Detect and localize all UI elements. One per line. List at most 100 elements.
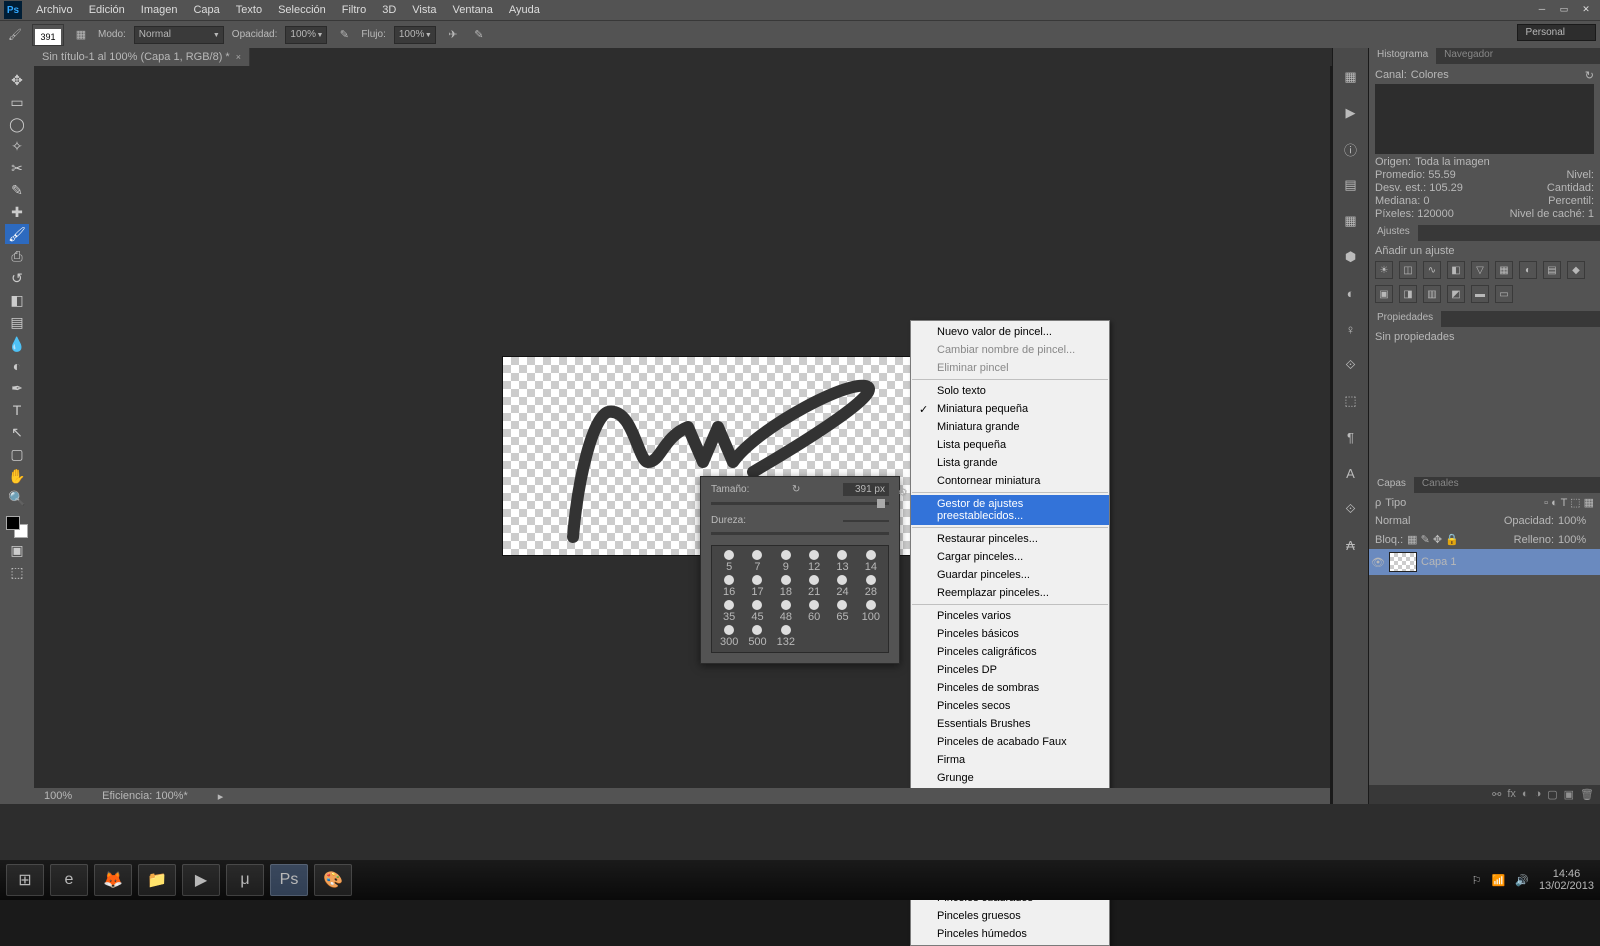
- new-layer-icon[interactable]: ▣: [1564, 788, 1574, 801]
- brush-preset-500[interactable]: 500: [744, 625, 770, 648]
- panel-icon-2[interactable]: ▶: [1340, 102, 1362, 124]
- adj-layer-icon[interactable]: ◑: [1535, 788, 1542, 801]
- ctx-solo-texto[interactable]: Solo texto: [911, 382, 1109, 400]
- brush-preset-14[interactable]: 14: [858, 550, 884, 573]
- ctx-firma[interactable]: Firma: [911, 751, 1109, 769]
- ctx-miniatura-peque-a[interactable]: Miniatura pequeña: [911, 400, 1109, 418]
- taskbar-photoshop[interactable]: Ps: [270, 864, 308, 896]
- start-button[interactable]: ⊞: [6, 864, 44, 896]
- brush-preset-picker[interactable]: 391: [32, 24, 64, 46]
- taskbar-paint[interactable]: 🎨: [314, 864, 352, 896]
- brush-preset-9[interactable]: 9: [773, 550, 799, 573]
- pen-tool[interactable]: ✒: [5, 378, 29, 398]
- panel-icon-char[interactable]: ¶: [1340, 426, 1362, 448]
- ctx-pinceles-secos[interactable]: Pinceles secos: [911, 697, 1109, 715]
- adj-photo[interactable]: ▤: [1543, 261, 1561, 279]
- refresh-histogram-icon[interactable]: ↻: [1585, 69, 1594, 82]
- tray-flag-icon[interactable]: ⚐: [1472, 874, 1482, 887]
- adj-levels[interactable]: ◫: [1399, 261, 1417, 279]
- panel-icon-9[interactable]: ⟐: [1340, 354, 1362, 376]
- menu-selección[interactable]: Selección: [270, 1, 334, 19]
- group-icon[interactable]: ▢: [1547, 788, 1557, 801]
- gradient-tool[interactable]: ▤: [5, 312, 29, 332]
- taskbar-ie[interactable]: e: [50, 864, 88, 896]
- brush-preset-100[interactable]: 100: [858, 600, 884, 623]
- crop-tool[interactable]: ✂: [5, 158, 29, 178]
- ctx-grunge[interactable]: Grunge: [911, 769, 1109, 787]
- menu-imagen[interactable]: Imagen: [133, 1, 186, 19]
- stamp-tool[interactable]: ⎙: [5, 246, 29, 266]
- adj-brightness[interactable]: ☀: [1375, 261, 1393, 279]
- zoom-level[interactable]: 100%: [44, 790, 72, 802]
- path-tool[interactable]: ↖: [5, 422, 29, 442]
- blend-mode-select[interactable]: Normal: [134, 26, 224, 44]
- flow-select[interactable]: 100%: [394, 26, 436, 44]
- menu-3d[interactable]: 3D: [374, 1, 404, 19]
- menu-vista[interactable]: Vista: [404, 1, 444, 19]
- trash-icon[interactable]: 🗑: [1580, 788, 1594, 801]
- status-arrow-icon[interactable]: ▸: [218, 790, 224, 803]
- taskbar-clock[interactable]: 14:46 13/02/2013: [1539, 868, 1594, 892]
- ctx-pinceles-b-sicos[interactable]: Pinceles básicos: [911, 625, 1109, 643]
- brush-preset-24[interactable]: 24: [829, 575, 855, 598]
- properties-tab[interactable]: Propiedades: [1369, 311, 1441, 327]
- ctx-miniatura-grande[interactable]: Miniatura grande: [911, 418, 1109, 436]
- zoom-tool[interactable]: 🔍: [5, 488, 29, 508]
- ctx-contornear-miniatura[interactable]: Contornear miniatura: [911, 472, 1109, 490]
- quickmask-tool[interactable]: ▣: [5, 540, 29, 560]
- panel-icon-5[interactable]: ▦: [1340, 210, 1362, 232]
- system-tray[interactable]: ⚐ 📶 🔊 14:46 13/02/2013: [1472, 868, 1594, 892]
- panel-icon-8[interactable]: ♀: [1340, 318, 1362, 340]
- adj-thresh[interactable]: ◩: [1447, 285, 1465, 303]
- wand-tool[interactable]: ✧: [5, 136, 29, 156]
- panel-icon-4[interactable]: ▤: [1340, 174, 1362, 196]
- brush-preset-7[interactable]: 7: [744, 550, 770, 573]
- marquee-tool[interactable]: ▭: [5, 92, 29, 112]
- menu-capa[interactable]: Capa: [185, 1, 227, 19]
- ctx-guardar-pinceles[interactable]: Guardar pinceles...: [911, 566, 1109, 584]
- brush-preset-132[interactable]: 132: [773, 625, 799, 648]
- layer-opacity-select[interactable]: 100%: [1558, 515, 1594, 527]
- mask-icon[interactable]: ◐: [1522, 788, 1529, 801]
- panel-icon-14[interactable]: ₳: [1340, 534, 1362, 556]
- brush-preset-300[interactable]: 300: [716, 625, 742, 648]
- channel-select[interactable]: Colores: [1411, 69, 1581, 82]
- canvas-area[interactable]: [34, 66, 1330, 804]
- brush-panel-toggle[interactable]: ▦: [72, 26, 90, 44]
- link-layers-icon[interactable]: ⚯: [1492, 788, 1501, 801]
- adj-mixer[interactable]: ◆: [1567, 261, 1585, 279]
- taskbar-explorer[interactable]: 📁: [138, 864, 176, 896]
- panel-icon-info[interactable]: ⓘ: [1340, 138, 1362, 160]
- history-brush-tool[interactable]: ↺: [5, 268, 29, 288]
- type-tool[interactable]: T: [5, 400, 29, 420]
- menu-ayuda[interactable]: Ayuda: [501, 1, 548, 19]
- ctx-essentials-brushes[interactable]: Essentials Brushes: [911, 715, 1109, 733]
- reset-size-icon[interactable]: ↻: [792, 484, 800, 495]
- brush-preset-35[interactable]: 35: [716, 600, 742, 623]
- screenmode-tool[interactable]: ⬚: [5, 562, 29, 582]
- close-tab-icon[interactable]: ×: [236, 52, 241, 62]
- channels-tab[interactable]: Canales: [1414, 477, 1467, 493]
- adj-vibrance[interactable]: ▽: [1471, 261, 1489, 279]
- brush-preset-28[interactable]: 28: [858, 575, 884, 598]
- layer-fill-select[interactable]: 100%: [1558, 534, 1594, 546]
- eyedropper-tool[interactable]: ✎: [5, 180, 29, 200]
- ctx-pinceles-varios[interactable]: Pinceles varios: [911, 607, 1109, 625]
- brush-hardness-slider[interactable]: [711, 532, 889, 535]
- opacity-select[interactable]: 100%: [285, 26, 327, 44]
- brush-preset-grid[interactable]: 5791213141617182124283545486065100300500…: [711, 545, 889, 653]
- adj-hue[interactable]: ▦: [1495, 261, 1513, 279]
- ctx-pinceles-caligr-ficos[interactable]: Pinceles caligráficos: [911, 643, 1109, 661]
- airbrush-icon[interactable]: ✈: [444, 26, 462, 44]
- adj-lookup[interactable]: ▣: [1375, 285, 1393, 303]
- minimize-button[interactable]: ─: [1532, 2, 1552, 16]
- ctx-gestor-de-ajustes-preestablecidos[interactable]: Gestor de ajustes preestablecidos...: [911, 495, 1109, 525]
- fx-icon[interactable]: fx: [1507, 788, 1516, 801]
- brush-size-input[interactable]: 391 px: [843, 483, 889, 496]
- ctx-pinceles-de-sombras[interactable]: Pinceles de sombras: [911, 679, 1109, 697]
- brush-preset-45[interactable]: 45: [744, 600, 770, 623]
- tray-network-icon[interactable]: 📶: [1492, 874, 1506, 887]
- menu-archivo[interactable]: Archivo: [28, 1, 81, 19]
- menu-edición[interactable]: Edición: [81, 1, 133, 19]
- menu-filtro[interactable]: Filtro: [334, 1, 374, 19]
